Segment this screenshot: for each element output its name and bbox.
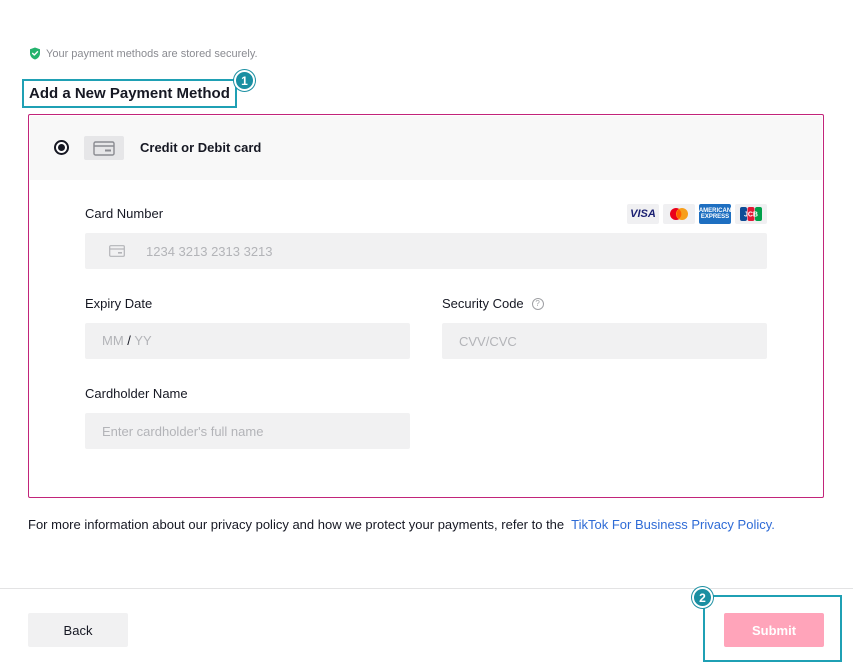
privacy-note: For more information about our privacy p… <box>28 514 808 535</box>
privacy-text: For more information about our privacy p… <box>28 517 565 532</box>
card-brand-logos: VISA AMERICAN EXPRESS JCB <box>627 204 767 224</box>
secure-note-text: Your payment methods are stored securely… <box>46 47 258 60</box>
submit-button[interactable]: Submit <box>724 613 824 647</box>
step-marker-2: 2 <box>692 587 713 608</box>
shield-check-icon <box>29 47 41 60</box>
expiry-date-input[interactable] <box>85 323 410 359</box>
security-code-label: Security Code <box>442 296 524 311</box>
payment-method-panel: Credit or Debit card Card Number VISA AM… <box>28 114 824 498</box>
title-highlight: Add a New Payment Method <box>22 79 237 108</box>
page-title: Add a New Payment Method <box>29 85 230 102</box>
card-number-card-icon <box>109 244 125 262</box>
footer-divider <box>0 588 853 589</box>
help-icon[interactable]: ? <box>531 297 544 310</box>
step-marker-1: 1 <box>234 70 255 91</box>
expiry-date-label: Expiry Date <box>85 296 153 311</box>
card-number-field[interactable] <box>85 233 767 269</box>
cardholder-name-label: Cardholder Name <box>85 386 188 401</box>
cardholder-name-input[interactable] <box>85 413 410 449</box>
jcb-logo-text: JCB <box>744 212 758 219</box>
privacy-policy-link[interactable]: TikTok For Business Privacy Policy. <box>571 517 775 532</box>
card-number-label: Card Number <box>85 206 164 221</box>
method-option-credit-card[interactable]: Credit or Debit card <box>30 116 822 180</box>
visa-logo-icon: VISA <box>627 204 659 224</box>
method-radio[interactable] <box>54 140 69 155</box>
secure-note: Your payment methods are stored securely… <box>29 47 258 60</box>
credit-card-icon <box>84 136 124 160</box>
card-number-input[interactable] <box>129 233 759 269</box>
jcb-logo-icon: JCB <box>735 204 767 224</box>
security-code-input[interactable] <box>442 323 767 359</box>
mastercard-logo-icon <box>663 204 695 224</box>
security-code-label-row: Security Code ? <box>442 296 544 311</box>
amex-logo-icon: AMERICAN EXPRESS <box>699 204 731 224</box>
method-label: Credit or Debit card <box>140 140 262 155</box>
back-button[interactable]: Back <box>28 613 128 647</box>
